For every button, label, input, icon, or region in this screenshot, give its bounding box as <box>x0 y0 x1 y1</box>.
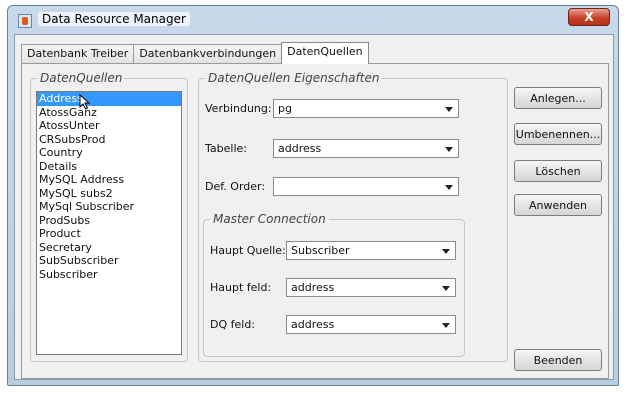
anlegen-button[interactable]: Anlegen... <box>514 87 602 109</box>
verbindung-label: Verbindung: <box>205 102 272 115</box>
java-cup-icon <box>18 14 32 28</box>
title-bar[interactable]: Data Resource Manager X <box>8 6 618 34</box>
anwenden-button[interactable]: Anwenden <box>514 194 602 216</box>
umbenennen-button[interactable]: Umbenennen... <box>514 123 602 145</box>
list-item[interactable]: MySQL Address <box>37 173 181 187</box>
tabelle-select[interactable]: address <box>273 139 459 158</box>
dq-feld-label: DQ feld: <box>210 318 256 331</box>
list-item[interactable]: Country <box>37 146 181 160</box>
verbindung-value: pg <box>278 102 292 115</box>
chevron-down-icon <box>445 147 453 152</box>
def-order-select[interactable] <box>273 177 459 196</box>
properties-group: DatenQuellen Eigenschaften Verbindung: p… <box>198 71 508 362</box>
def-order-label: Def. Order: <box>205 180 266 193</box>
haupt-feld-value: address <box>291 281 335 294</box>
close-button[interactable]: X <box>568 8 610 26</box>
chevron-down-icon <box>445 107 453 112</box>
list-item[interactable]: ProdSubs <box>37 214 181 228</box>
datasources-list[interactable]: Address AtossGanz AtossUnter CRSubsProd … <box>36 91 182 355</box>
tab-datenbankverbindungen[interactable]: Datenbankverbindungen <box>133 44 283 63</box>
list-item[interactable]: AtossGanz <box>37 106 181 120</box>
datasources-group: DatenQuellen Address AtossGanz AtossUnte… <box>30 71 188 362</box>
dq-feld-value: address <box>291 318 335 331</box>
chevron-down-icon <box>442 249 450 254</box>
mouse-pointer-icon <box>79 94 91 110</box>
master-connection-group: Master Connection Haupt Quelle: Subscrib… <box>203 212 465 357</box>
list-item[interactable]: Secretary <box>37 241 181 255</box>
datasources-legend: DatenQuellen <box>37 71 126 85</box>
haupt-quelle-label: Haupt Quelle: <box>210 244 286 257</box>
datenquellen-panel: DatenQuellen Address AtossGanz AtossUnte… <box>21 63 609 379</box>
list-item[interactable]: Address <box>37 92 181 106</box>
list-item[interactable]: MySql Subscriber <box>37 200 181 214</box>
tab-datenbank-treiber[interactable]: Datenbank Treiber <box>21 44 135 63</box>
tab-datenquellen[interactable]: DatenQuellen <box>281 42 369 64</box>
haupt-feld-select[interactable]: address <box>286 278 456 297</box>
haupt-feld-label: Haupt feld: <box>210 281 272 294</box>
master-connection-legend: Master Connection <box>210 212 329 226</box>
tabelle-value: address <box>278 142 322 155</box>
list-item[interactable]: AtossUnter <box>37 119 181 133</box>
tab-bar: Datenbank Treiber Datenbankverbindungen … <box>21 42 369 64</box>
dq-feld-select[interactable]: address <box>286 315 456 334</box>
verbindung-select[interactable]: pg <box>273 99 459 118</box>
haupt-quelle-select[interactable]: Subscriber <box>286 241 456 260</box>
loeschen-button[interactable]: Löschen <box>514 160 602 182</box>
list-item[interactable]: MySQL subs2 <box>37 187 181 201</box>
data-resource-manager-window: Data Resource Manager X Datenbank Treibe… <box>7 5 619 386</box>
list-item[interactable]: CRSubsProd <box>37 133 181 147</box>
tabelle-label: Tabelle: <box>205 142 247 155</box>
client-area: Datenbank Treiber Datenbankverbindungen … <box>14 34 614 380</box>
beenden-button[interactable]: Beenden <box>514 349 602 371</box>
list-item[interactable]: Details <box>37 160 181 174</box>
list-item[interactable]: Product <box>37 227 181 241</box>
list-item[interactable]: SubSubscriber <box>37 254 181 268</box>
chevron-down-icon <box>442 323 450 328</box>
window-title: Data Resource Manager <box>38 12 190 26</box>
chevron-down-icon <box>442 286 450 291</box>
properties-legend: DatenQuellen Eigenschaften <box>205 71 383 85</box>
haupt-quelle-value: Subscriber <box>291 244 350 257</box>
list-item[interactable]: Subscriber <box>37 268 181 282</box>
chevron-down-icon <box>445 185 453 190</box>
